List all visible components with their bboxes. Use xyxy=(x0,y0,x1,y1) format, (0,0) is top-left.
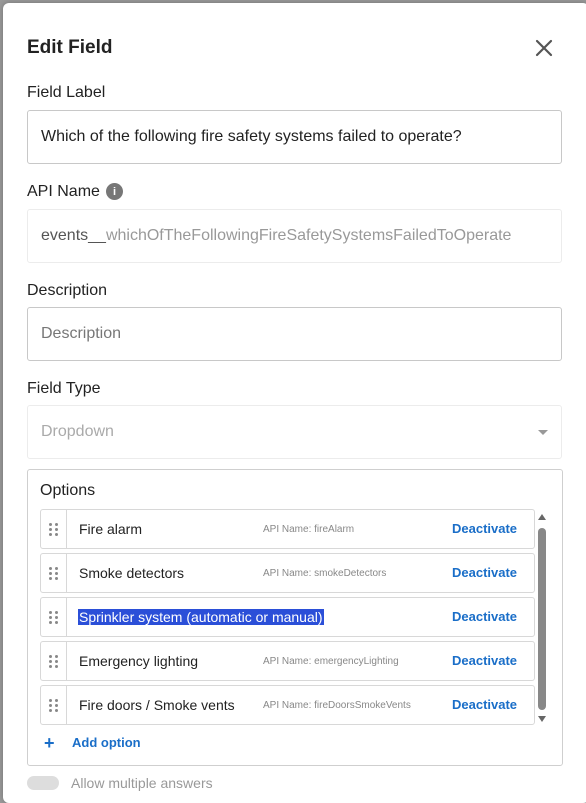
api-name-heading: API Name xyxy=(27,183,100,200)
scrollbar-thumb[interactable] xyxy=(538,528,546,710)
field-label-heading: Field Label xyxy=(27,84,106,101)
option-row[interactable]: Sprinkler system (automatic or manual) D… xyxy=(40,597,535,637)
options-heading: Options xyxy=(40,482,96,499)
allow-multiple-label: Allow multiple answers xyxy=(71,775,213,791)
option-api-name: API Name: fireAlarm xyxy=(263,524,355,535)
scroll-up-icon[interactable] xyxy=(538,514,546,520)
add-option-label: Add option xyxy=(72,735,141,750)
allow-multiple-row[interactable]: Allow multiple answers xyxy=(27,775,213,791)
api-name-value: whichOfTheFollowingFireSafetySystemsFail… xyxy=(105,227,512,244)
deactivate-button[interactable]: Deactivate xyxy=(452,653,517,668)
drag-handle-icon[interactable] xyxy=(41,598,67,636)
field-type-heading: Field Type xyxy=(27,380,101,397)
allow-multiple-toggle[interactable] xyxy=(27,776,59,790)
option-label-selected[interactable]: Sprinkler system (automatic or manual) xyxy=(78,609,324,625)
info-icon[interactable]: i xyxy=(106,183,123,200)
add-option-button[interactable]: + Add option xyxy=(44,732,141,753)
drag-handle-icon[interactable] xyxy=(41,554,67,592)
edit-field-dialog: Edit Field Field Label Which of the foll… xyxy=(3,3,586,803)
field-type-select: Dropdown xyxy=(27,405,562,459)
drag-handle-icon[interactable] xyxy=(41,686,67,724)
option-api-name: API Name: fireDoorsSmokeVents xyxy=(263,700,411,711)
deactivate-button[interactable]: Deactivate xyxy=(452,565,517,580)
description-placeholder: Description xyxy=(41,325,122,342)
option-api-name: API Name: emergencyLighting xyxy=(263,656,399,667)
option-label[interactable]: Fire alarm xyxy=(79,521,142,537)
option-label[interactable]: Smoke detectors xyxy=(79,565,184,581)
options-scrollbar[interactable] xyxy=(537,510,547,726)
option-row[interactable]: Smoke detectors API Name: smokeDetectors… xyxy=(40,553,535,593)
drag-handle-icon[interactable] xyxy=(41,642,67,680)
drag-handle-icon[interactable] xyxy=(41,510,67,548)
api-name-prefix: events__ xyxy=(41,227,106,244)
deactivate-button[interactable]: Deactivate xyxy=(452,609,517,624)
description-input[interactable]: Description xyxy=(27,307,562,361)
field-label-input[interactable]: Which of the following fire safety syste… xyxy=(27,110,562,164)
options-panel: Options Fire alarm API Name: fireAlarm D… xyxy=(27,469,563,766)
option-label[interactable]: Fire doors / Smoke vents xyxy=(79,697,235,713)
field-type-value: Dropdown xyxy=(41,423,114,440)
description-heading: Description xyxy=(27,282,108,299)
close-icon[interactable] xyxy=(532,36,556,60)
option-row[interactable]: Fire doors / Smoke vents API Name: fireD… xyxy=(40,685,535,725)
option-api-name: API Name: smokeDetectors xyxy=(263,568,387,579)
deactivate-button[interactable]: Deactivate xyxy=(452,697,517,712)
deactivate-button[interactable]: Deactivate xyxy=(452,521,517,536)
option-label[interactable]: Emergency lighting xyxy=(79,653,198,669)
api-name-field: events__ whichOfTheFollowingFireSafetySys… xyxy=(27,209,562,263)
scroll-down-icon[interactable] xyxy=(538,716,546,722)
plus-icon: + xyxy=(44,732,55,753)
field-label-value: Which of the following fire safety syste… xyxy=(41,128,462,145)
option-row[interactable]: Emergency lighting API Name: emergencyLi… xyxy=(40,641,535,681)
option-row[interactable]: Fire alarm API Name: fireAlarm Deactivat… xyxy=(40,509,535,549)
chevron-down-icon xyxy=(538,430,548,435)
dialog-title: Edit Field xyxy=(27,37,113,58)
